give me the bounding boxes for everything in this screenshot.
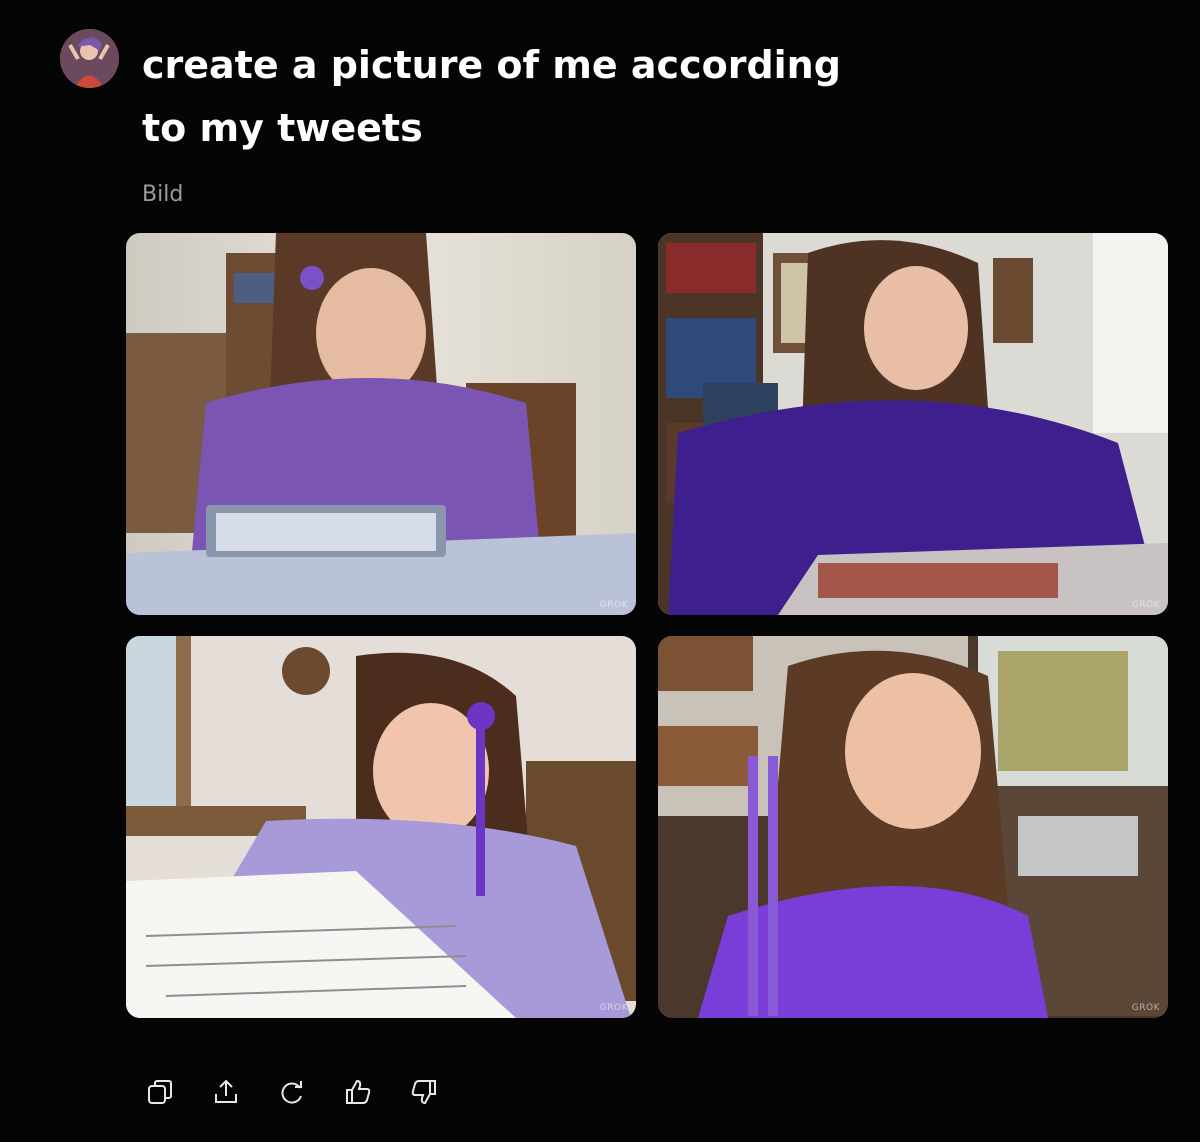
- regenerate-icon: [281, 1081, 302, 1104]
- avatar-illustration: [60, 29, 119, 88]
- thumbs-down-button[interactable]: [404, 1072, 444, 1112]
- image-3-illustration: [126, 636, 636, 1018]
- image-watermark: GROK: [1131, 600, 1160, 610]
- regenerate-button[interactable]: [272, 1072, 312, 1112]
- share-button[interactable]: [206, 1072, 246, 1112]
- user-prompt: create a picture of me according to my t…: [142, 43, 841, 150]
- thumbs-up-icon: [346, 1079, 371, 1104]
- thumbs-down-icon: [411, 1080, 436, 1105]
- copy-icon: [148, 1080, 172, 1104]
- image-watermark: GROK: [599, 1003, 628, 1013]
- generated-image-1[interactable]: GROK: [126, 233, 636, 615]
- chat-page: create a picture of me according to my t…: [0, 0, 1200, 1142]
- image-watermark: GROK: [1131, 1003, 1160, 1013]
- copy-button[interactable]: [140, 1072, 180, 1112]
- generated-image-3[interactable]: GROK: [126, 636, 636, 1018]
- image-1-illustration: [126, 233, 636, 615]
- share-icon: [215, 1079, 237, 1103]
- result-type-label: Bild: [142, 182, 184, 207]
- user-avatar[interactable]: [60, 29, 119, 88]
- image-2-illustration: [658, 233, 1168, 615]
- image-watermark: GROK: [599, 600, 628, 610]
- thumbs-up-button[interactable]: [338, 1072, 378, 1112]
- response-action-bar: [140, 1072, 444, 1112]
- generated-image-2[interactable]: GROK: [658, 233, 1168, 615]
- generated-image-4[interactable]: GROK: [658, 636, 1168, 1018]
- image-4-illustration: [658, 636, 1168, 1018]
